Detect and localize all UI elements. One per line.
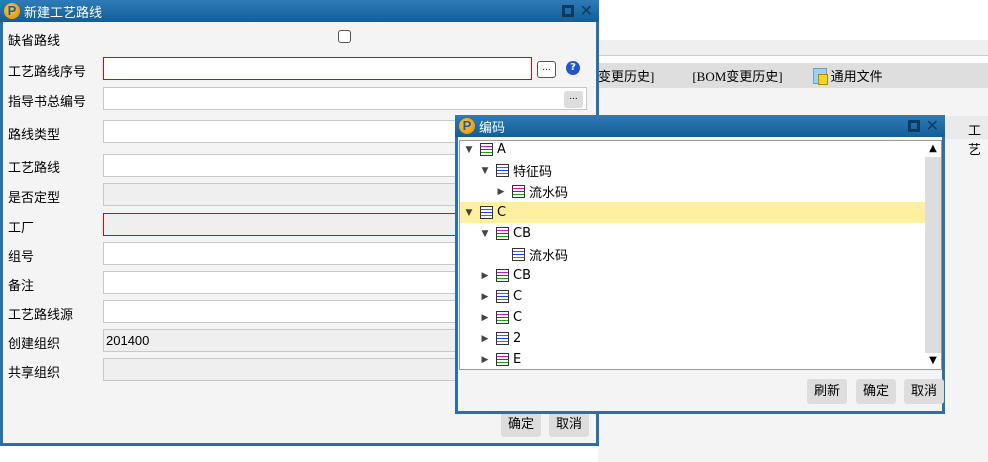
route-seq-browse-button[interactable]: ... — [537, 61, 556, 78]
tree-node[interactable]: ▶ C — [460, 286, 925, 307]
app-logo-icon: P — [4, 3, 20, 19]
node-icon — [496, 164, 509, 177]
cancel-button[interactable]: 取消 — [549, 412, 589, 437]
collapse-arrow-icon[interactable]: ▶ — [480, 334, 490, 344]
field-label: 组号 — [8, 250, 35, 265]
scroll-up-icon[interactable]: ▲ — [925, 141, 941, 157]
expand-arrow-icon[interactable]: ▼ — [464, 208, 474, 218]
app-logo-icon: P — [459, 118, 475, 134]
node-icon — [496, 227, 509, 240]
tree-node[interactable]: 流水码 — [460, 244, 925, 265]
maximize-icon[interactable] — [907, 120, 920, 132]
node-icon — [496, 290, 509, 303]
field-label: 备注 — [8, 279, 35, 294]
common-files-link[interactable]: 通用文件 — [812, 66, 883, 85]
field-label: 缺省路线 — [8, 34, 61, 49]
route-seq-input[interactable] — [103, 57, 532, 80]
tree-node-label: CB — [513, 268, 531, 283]
file-icon — [812, 67, 828, 85]
tree-node-label: 流水码 — [529, 186, 569, 201]
tree-node-label: CB — [513, 226, 531, 241]
field-label: 创建组织 — [8, 337, 61, 352]
field-label: 工厂 — [8, 221, 35, 236]
tree-node-label: E — [513, 352, 522, 367]
field-label: 路线类型 — [8, 128, 61, 143]
tree-node[interactable]: ▶ 2 — [460, 328, 925, 349]
change-history-link[interactable]: 变更历史] — [598, 66, 654, 85]
tree-scrollbar[interactable]: ▲ ▼ — [925, 141, 941, 369]
node-icon — [496, 269, 509, 282]
expand-arrow-icon[interactable]: ▼ — [480, 166, 490, 176]
tree-node[interactable]: ▶ 流水码 — [460, 181, 925, 202]
code-dialog: P 编码 ✕ ▼ A ▼ 特征码 ▶ 流水码 ▼ C ▼ CB 流水码 ▶ CB ▶ C ▶ C ▶ 2 ▶ E ▲ ▼… — [455, 115, 945, 414]
expand-arrow-icon[interactable]: ▼ — [464, 145, 474, 155]
node-icon — [496, 353, 509, 366]
common-files-label: 通用文件 — [830, 70, 883, 85]
tree-node[interactable]: ▶ E — [460, 349, 925, 369]
tree-node-label: C — [497, 205, 507, 220]
node-icon — [496, 332, 509, 345]
tree-node-label: A — [497, 142, 506, 157]
node-icon — [512, 248, 525, 261]
tree-node-label: C — [513, 289, 523, 304]
node-icon — [512, 185, 525, 198]
tree-node[interactable]: ▶ CB — [460, 265, 925, 286]
scroll-down-icon[interactable]: ▼ — [925, 353, 941, 369]
tree-node[interactable]: ▼ 特征码 — [460, 160, 925, 181]
node-icon — [480, 143, 493, 156]
field-label: 工艺路线序号 — [8, 65, 87, 80]
guide-number-browse-button[interactable]: ... — [564, 91, 583, 108]
code-tree: ▼ A ▼ 特征码 ▶ 流水码 ▼ C ▼ CB 流水码 ▶ CB ▶ C ▶ C ▶ 2 ▶ E ▲ ▼ — [459, 140, 942, 370]
guide-number-input[interactable] — [103, 87, 587, 110]
background-tab[interactable]: 工艺 — [944, 116, 988, 158]
field-label: 是否定型 — [8, 191, 61, 206]
node-icon — [480, 206, 493, 219]
collapse-arrow-icon[interactable]: ▶ — [480, 271, 490, 281]
dialog-titlebar[interactable]: P 新建工艺路线 ✕ — [0, 0, 599, 22]
node-icon — [496, 311, 509, 324]
dialog-title: 新建工艺路线 — [24, 5, 103, 21]
tree-node-label: C — [513, 310, 523, 325]
refresh-button[interactable]: 刷新 — [807, 379, 847, 404]
ok-button[interactable]: 确定 — [501, 412, 541, 437]
tree-node[interactable]: ▶ C — [460, 307, 925, 328]
tree-node-label: 2 — [513, 331, 522, 346]
field-label: 共享组织 — [8, 366, 61, 381]
code-cancel-button[interactable]: 取消 — [904, 379, 944, 404]
tree-node[interactable]: ▼ A — [460, 141, 925, 160]
background-strip — [598, 40, 988, 56]
expand-arrow-icon[interactable]: ▼ — [480, 229, 490, 239]
collapse-arrow-icon[interactable]: ▶ — [480, 292, 490, 302]
code-dialog-title: 编码 — [479, 120, 506, 136]
collapse-arrow-icon[interactable]: ▶ — [480, 313, 490, 323]
collapse-arrow-icon[interactable]: ▶ — [496, 187, 506, 197]
tree-node[interactable]: ▼ C — [460, 202, 925, 223]
field-label: 指导书总编号 — [8, 95, 87, 110]
tree-node-label: 流水码 — [529, 249, 569, 264]
help-icon[interactable]: ? — [566, 61, 580, 75]
bom-change-history-link[interactable]: [BOM变更历史] — [692, 66, 782, 85]
field-label: 工艺路线 — [8, 161, 61, 176]
field-label: 工艺路线源 — [8, 308, 74, 323]
maximize-icon[interactable] — [561, 5, 574, 17]
code-ok-button[interactable]: 确定 — [856, 379, 896, 404]
background-toolbar: 变更历史] [BOM变更历史] 通用文件 — [598, 63, 988, 88]
close-icon[interactable]: ✕ — [926, 118, 939, 134]
collapse-arrow-icon[interactable]: ▶ — [480, 355, 490, 365]
code-dialog-titlebar[interactable]: P 编码 ✕ — [455, 115, 945, 137]
tree-node[interactable]: ▼ CB — [460, 223, 925, 244]
tree-node-label: 特征码 — [513, 165, 553, 180]
default-route-checkbox[interactable] — [338, 30, 351, 43]
close-icon[interactable]: ✕ — [580, 3, 593, 19]
